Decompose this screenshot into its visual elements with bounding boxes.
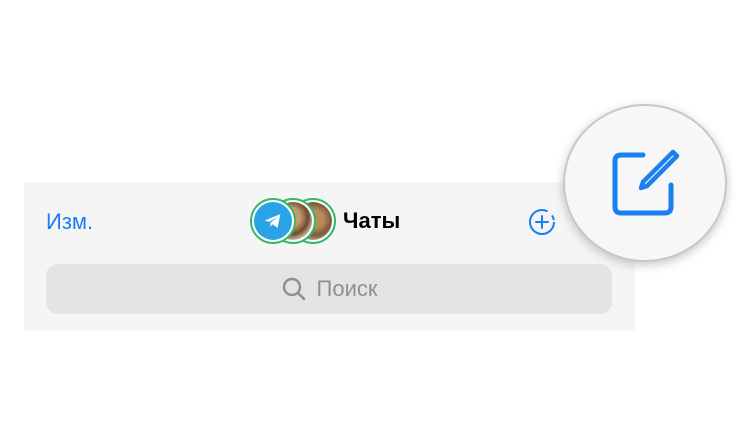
compose-icon [612,149,680,216]
compose-button[interactable] [607,145,683,221]
add-story-button[interactable] [527,207,557,237]
edit-button[interactable]: Изм. [46,207,93,237]
search-field[interactable]: Поиск [46,264,612,314]
page-title: Чаты [343,208,401,233]
telegram-icon [254,202,292,240]
compose-highlight [563,104,727,262]
add-story-icon [529,209,555,235]
search-icon [282,277,305,301]
stories-strip[interactable] [250,198,336,244]
search-placeholder: Поиск [316,276,378,301]
story-avatar-telegram[interactable] [250,198,296,244]
